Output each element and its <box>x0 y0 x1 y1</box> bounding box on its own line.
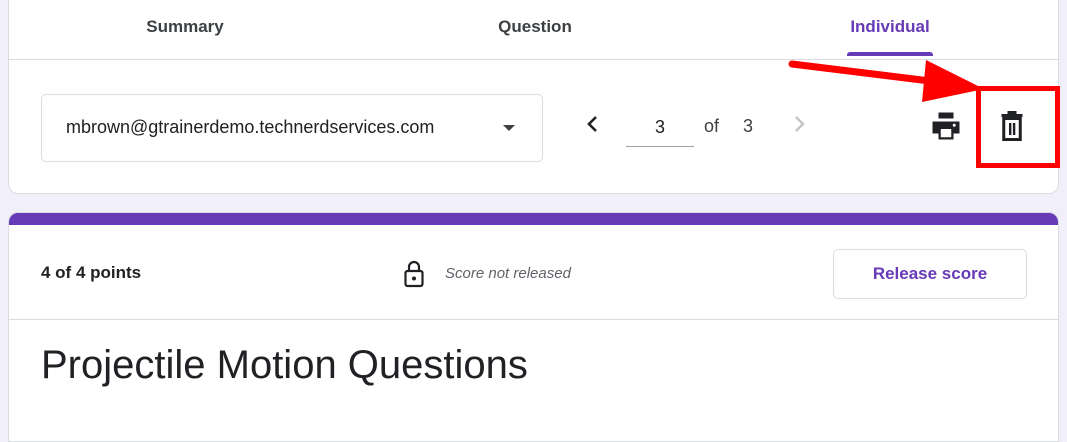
individual-response-card: 4 of 4 points Score not released Release… <box>8 212 1059 442</box>
release-score-button[interactable]: Release score <box>833 249 1027 299</box>
dropdown-caret-icon <box>503 125 515 131</box>
points-score: 4 of 4 points <box>41 263 142 282</box>
next-response-icon[interactable] <box>787 112 811 136</box>
responses-header-card: Summary Question Individual mbrown@gtrai… <box>8 0 1060 194</box>
annotation-arrow-icon <box>788 60 984 102</box>
previous-response-icon[interactable] <box>581 112 605 136</box>
page-total: 3 <box>743 116 754 136</box>
lock-icon <box>404 260 424 288</box>
form-color-bar <box>9 213 1058 225</box>
print-icon[interactable] <box>928 108 964 144</box>
score-status: Score not released <box>445 265 571 282</box>
page-number-input[interactable]: 3 <box>626 112 694 147</box>
delete-button-highlight <box>976 86 1060 168</box>
respondent-select[interactable]: mbrown@gtrainerdemo.technerdservices.com <box>41 94 543 162</box>
form-title: Projectile Motion Questions <box>41 343 528 387</box>
tab-question[interactable]: Question <box>475 16 595 38</box>
section-divider <box>9 319 1058 320</box>
tab-individual[interactable]: Individual <box>830 16 950 38</box>
page-of-label: of <box>704 116 720 136</box>
tab-summary[interactable]: Summary <box>125 16 245 38</box>
respondent-email: mbrown@gtrainerdemo.technerdservices.com <box>66 117 435 137</box>
